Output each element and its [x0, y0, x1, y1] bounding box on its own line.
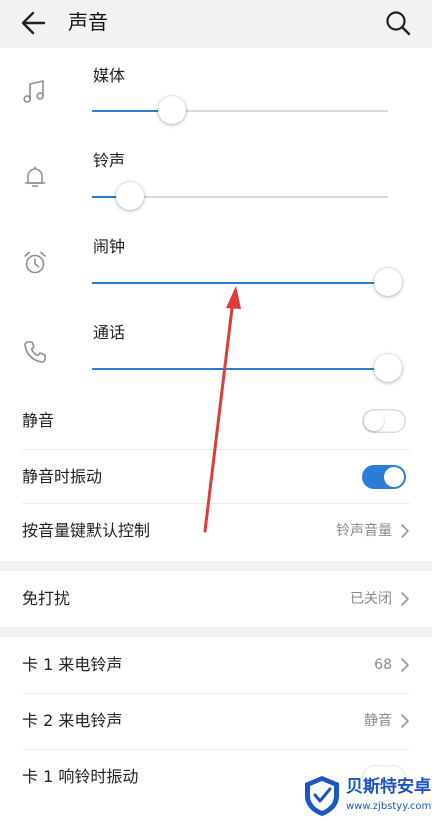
mute-setting[interactable]: 静音 — [0, 393, 432, 449]
shield-logo-icon — [305, 776, 339, 816]
volume-key-default-label: 按音量键默认控制 — [22, 521, 151, 540]
slider-fill — [92, 282, 388, 284]
volume-key-default-setting[interactable]: 按音量键默认控制 铃声音量 — [0, 503, 432, 559]
page-title: 声音 — [68, 10, 108, 34]
card2-ringtone-label: 卡 2 来电铃声 — [22, 711, 123, 730]
phone-icon — [24, 341, 46, 363]
alarm-clock-icon — [24, 251, 46, 274]
sound-settings-card: 媒体 铃声 闹钟 通话 静音 静音时振动 按音量键默认控制 铃声音量 — [0, 48, 432, 561]
volume-slider-call[interactable] — [92, 354, 402, 382]
volume-label-ringtone: 铃声 — [93, 151, 126, 170]
vibrate-on-mute-label: 静音时振动 — [22, 467, 103, 486]
vibrate-on-mute-toggle[interactable] — [362, 465, 406, 489]
card2-ringtone-value: 静音 — [364, 713, 392, 729]
watermark-url: www.zjbstyy.com — [346, 801, 432, 812]
do-not-disturb-setting[interactable]: 免打扰 已关闭 — [0, 571, 432, 627]
volume-label-call: 通话 — [93, 323, 126, 342]
dnd-value: 已关闭 — [350, 591, 392, 607]
card1-vibrate-label: 卡 1 响铃时振动 — [22, 767, 139, 786]
card2-ringtone-setting[interactable]: 卡 2 来电铃声 静音 — [0, 693, 432, 749]
watermark-name: 贝斯特安卓网 — [346, 777, 432, 797]
mute-toggle[interactable] — [362, 409, 406, 433]
mute-label: 静音 — [22, 411, 55, 430]
slider-thumb[interactable] — [374, 354, 402, 382]
card1-ringtone-value: 68 — [374, 657, 392, 673]
card1-ringtone-label: 卡 1 来电铃声 — [22, 655, 123, 674]
slider-thumb[interactable] — [374, 268, 402, 296]
volume-key-default-value: 铃声音量 — [336, 523, 392, 539]
slider-fill — [92, 368, 388, 370]
chevron-right-icon — [401, 658, 409, 672]
card1-ringtone-setting[interactable]: 卡 1 来电铃声 68 — [0, 637, 432, 693]
volume-label-alarm: 闹钟 — [93, 237, 126, 256]
volume-row-media: 媒体 — [0, 48, 432, 134]
search-icon[interactable] — [382, 7, 414, 39]
volume-slider-alarm[interactable] — [92, 268, 402, 296]
dnd-label: 免打扰 — [22, 589, 71, 608]
slider-thumb[interactable] — [158, 96, 186, 124]
bell-icon — [24, 166, 46, 187]
chevron-right-icon — [401, 524, 409, 538]
arrow-left-icon[interactable] — [18, 8, 50, 38]
slider-thumb[interactable] — [116, 182, 144, 210]
app-header: 声音 — [0, 0, 432, 46]
volume-row-alarm: 闹钟 — [0, 220, 432, 306]
volume-row-call: 通话 — [0, 306, 432, 392]
site-watermark: 贝斯特安卓网 www.zjbstyy.com — [298, 770, 432, 821]
dnd-card: 免打扰 已关闭 — [0, 571, 432, 627]
volume-row-ringtone: 铃声 — [0, 134, 432, 220]
volume-slider-media[interactable] — [92, 96, 388, 124]
chevron-right-icon — [401, 714, 409, 728]
volume-slider-ringtone[interactable] — [92, 182, 388, 210]
chevron-right-icon — [401, 592, 409, 606]
volume-label-media: 媒体 — [93, 66, 126, 85]
music-note-icon — [23, 80, 45, 103]
vibrate-on-mute-setting[interactable]: 静音时振动 — [0, 449, 432, 505]
